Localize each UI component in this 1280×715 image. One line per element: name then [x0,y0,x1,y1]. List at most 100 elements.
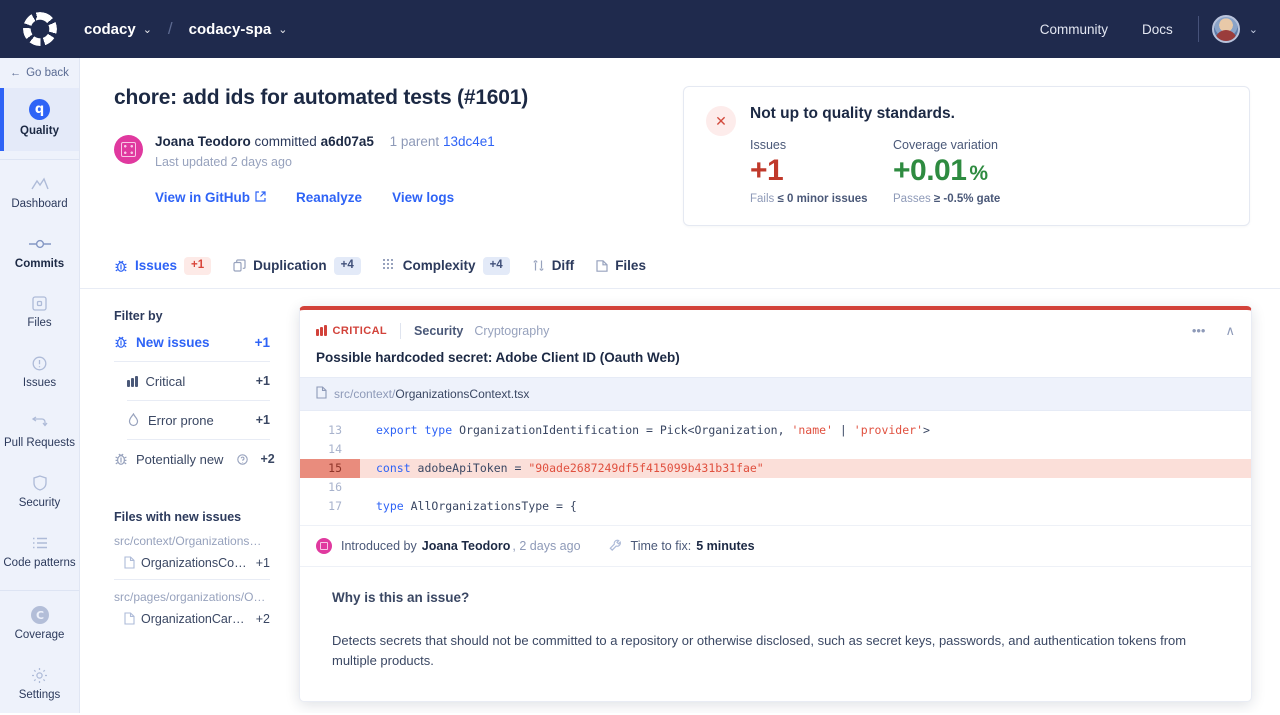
file-icon [124,556,135,569]
line-code [360,478,376,497]
filter-panel: Filter by New issues +1 Critical +1 [114,289,270,702]
file-name: OrganizationsContext.tsx [395,387,529,401]
content-area: Filter by New issues +1 Critical +1 [80,289,1280,702]
severity-bars-icon [316,325,327,336]
file-path: src/pages/organizations/O… [114,590,270,604]
chevron-down-icon: ⌄ [143,23,152,36]
severity-bars-icon [127,376,138,387]
sidebar-item-settings[interactable]: Settings [0,655,79,715]
sidebar-item-label: Quality [20,125,59,139]
sidebar-item-issues[interactable]: Issues [0,343,79,403]
issue-icon [32,354,47,372]
parent-sha-link[interactable]: 13dc4e1 [443,134,495,149]
sidebar-item-label: Dashboard [11,198,67,212]
community-link[interactable]: Community [1023,22,1125,37]
filter-error-prone[interactable]: Error prone +1 [114,401,270,439]
close-icon[interactable]: ✕ [706,106,736,136]
commit-sha[interactable]: a6d07a5 [321,134,374,149]
issue-explanation: Why is this an issue? Detects secrets th… [300,566,1251,701]
filter-label: Error prone [148,413,248,428]
introduced-when: , 2 days ago [512,539,580,553]
filter-potentially-new[interactable]: Potentially new +2 [114,440,270,478]
quality-badge-icon: q [29,99,50,120]
chart-icon [31,175,49,193]
tab-label: Diff [552,258,575,273]
tab-diff[interactable]: Diff [532,254,575,286]
chevron-down-icon: ⌄ [278,23,287,36]
org-name: codacy [84,21,136,38]
file-row[interactable]: OrganizationCard.tsx +2 [114,612,270,626]
sidebar-item-label: Pull Requests [4,437,75,451]
avatar [1212,15,1240,43]
avatar [114,135,143,164]
divider [1198,16,1199,42]
tab-issues[interactable]: Issues +1 [114,253,211,288]
help-icon[interactable] [237,454,248,465]
go-back-button[interactable]: ← Go back [0,58,79,88]
issue-category[interactable]: Security [414,324,463,338]
divider [0,159,79,160]
file-issue-count: +2 [256,612,270,626]
page-header: chore: add ids for automated tests (#160… [80,58,1280,226]
metric-sub: Fails ≤ 0 minor issues [750,193,893,205]
sidebar-item-dashboard[interactable]: Dashboard [0,164,79,224]
sidebar-item-label: Commits [15,258,64,272]
tab-duplication[interactable]: Duplication +4 [233,253,361,288]
file-group: src/context/OrganizationsC… Organization… [114,524,270,579]
metric-label: Coverage variation [893,138,1000,152]
view-logs-link[interactable]: View logs [392,190,454,205]
commit-actions: View in GitHub Reanalyze View logs [114,190,665,205]
code-line: 14 [300,440,1251,459]
commit-icon [29,235,51,253]
more-options-icon[interactable]: ••• [1192,323,1206,338]
line-number: 15 [300,459,360,478]
tab-files[interactable]: Files [596,254,646,286]
filter-label: Critical [146,374,248,389]
issue-controls: ••• ∧ [1192,323,1235,339]
view-in-github-label: View in GitHub [155,190,250,205]
tab-complexity[interactable]: Complexity +4 [383,253,510,288]
quality-metrics: Issues +1 Fails ≤ 0 minor issues Coverag… [750,138,1227,205]
time-to-fix-label: Time to fix: [631,539,692,553]
go-back-label: Go back [26,67,69,79]
bug-icon [114,335,128,349]
issue-title: Possible hardcoded secret: Adobe Client … [316,350,1235,365]
issue-list: CRITICAL Security Cryptography ••• ∧ Pos… [270,289,1280,702]
pull-request-icon [31,414,48,432]
sidebar-item-pull-requests[interactable]: Pull Requests [0,403,79,463]
committed-label: committed [255,134,317,149]
repo-name: codacy-spa [189,21,272,38]
user-menu-button[interactable]: ⌄ [1212,15,1258,43]
sidebar-item-security[interactable]: Security [0,463,79,523]
top-bar-right: Community Docs ⌄ [1023,15,1280,43]
repo-selector[interactable]: codacy-spa ⌄ [185,21,292,38]
app-logo[interactable] [0,0,80,58]
line-code: type AllOrganizationsType = { [360,497,577,516]
chevron-up-icon[interactable]: ∧ [1225,323,1235,339]
filter-critical[interactable]: Critical +1 [114,362,270,400]
issue-file-path[interactable]: src/context/OrganizationsContext.tsx [300,377,1251,411]
sidebar-item-commits[interactable]: Commits [0,224,79,284]
avatar [316,538,332,554]
reanalyze-button[interactable]: Reanalyze [296,190,362,205]
sidebar-item-code-patterns[interactable]: Code patterns [0,523,79,583]
docs-link[interactable]: Docs [1125,22,1190,37]
metric-sub-prefix: Passes [893,193,934,205]
why-is-this-an-issue-title: Why is this an issue? [332,590,1219,605]
sidebar-item-label: Settings [19,689,61,703]
sidebar-item-coverage[interactable]: C Coverage [0,595,79,655]
view-in-github-link[interactable]: View in GitHub [155,190,266,205]
copy-icon [233,259,246,272]
sidebar-item-files[interactable]: Files [0,283,79,343]
issue-subcategory[interactable]: Cryptography [474,324,549,338]
filter-new-issues[interactable]: New issues +1 [114,323,270,361]
filter-count: +1 [255,335,270,350]
file-row[interactable]: OrganizationsConte… +1 [114,556,270,570]
sidebar-item-label: Code patterns [3,557,75,571]
org-selector[interactable]: codacy ⌄ [80,21,156,38]
tab-label: Complexity [403,258,476,273]
issue-card: CRITICAL Security Cryptography ••• ∧ Pos… [299,306,1252,702]
sidebar-item-quality[interactable]: q Quality [0,88,79,151]
file-name: OrganizationCard.tsx [141,612,250,626]
tab-badge: +4 [483,257,510,275]
